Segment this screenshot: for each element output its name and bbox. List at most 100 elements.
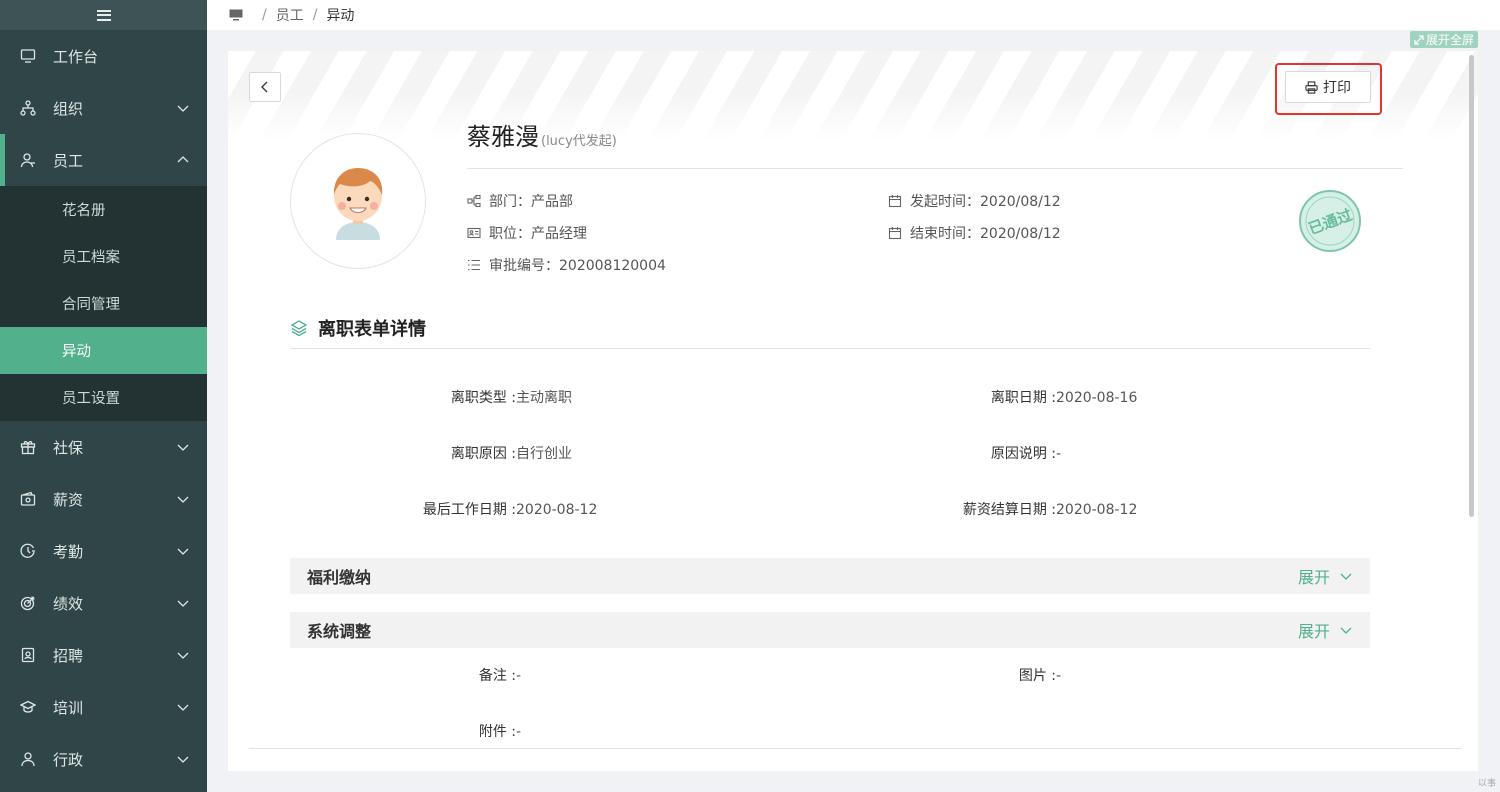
back-button[interactable] (249, 72, 281, 102)
leave-date-field: 离职日期 : 2020-08-16 (938, 387, 1358, 407)
print-button[interactable]: 打印 (1285, 71, 1371, 103)
chevron-down-icon (177, 600, 189, 607)
sidebar-item-label: 行政 (53, 750, 84, 769)
welfare-expand-label: 展开 (1297, 568, 1330, 587)
menu-toggle[interactable] (0, 0, 207, 30)
section-title-text: 离职表单详情 (318, 319, 426, 340)
reason-note-field: 原因说明 : - (938, 443, 1358, 463)
image-field: 图片 : - (938, 665, 1358, 685)
approval-meta: 审批编号：202008120004 (467, 255, 666, 275)
sidebar-item-org[interactable]: 组织 (0, 82, 207, 134)
sidebar-item-label: 社保 (53, 438, 84, 457)
leave-type-value: 主动离职 (516, 390, 572, 406)
chevron-down-icon (177, 444, 189, 451)
hamburger-icon (96, 9, 111, 21)
system-adjust-expand-label: 展开 (1297, 622, 1330, 641)
image-value: - (1056, 668, 1062, 684)
start-time-text: 发起时间：2020/08/12 (910, 194, 1061, 210)
department-meta: 部门：产品部 (467, 191, 573, 211)
chevron-down-icon (177, 704, 189, 711)
leave-type-label: 离职类型 : (450, 390, 516, 406)
attachment-field: 附件 : - (398, 721, 798, 741)
sidebar-item-label: 绩效 (53, 594, 84, 613)
sidebar-item-employee[interactable]: 员工 (0, 134, 207, 186)
approved-stamp: 已通过 (1299, 190, 1361, 252)
attachment-value: - (516, 724, 522, 740)
chevron-down-icon (177, 756, 189, 763)
sidebar-subitem-archives[interactable]: 员工档案 (0, 233, 207, 280)
expand-icon (1414, 34, 1424, 45)
scrollbar[interactable] (1469, 55, 1474, 517)
leave-type-field: 离职类型 : 主动离职 (398, 387, 798, 407)
wallet-icon (20, 491, 36, 507)
sidebar-item-performance[interactable]: 绩效 (0, 577, 207, 629)
layers-icon (290, 320, 308, 337)
chevron-down-icon (177, 548, 189, 555)
remark-value: - (516, 668, 522, 684)
approval-number-text: 审批编号：202008120004 (489, 258, 666, 274)
end-time-meta: 结束时间：2020/08/12 (888, 223, 1061, 243)
department-icon (467, 194, 481, 208)
end-time-text: 结束时间：2020/08/12 (910, 226, 1061, 242)
user-icon (20, 751, 36, 767)
sidebar-subitem-contracts[interactable]: 合同管理 (0, 280, 207, 327)
avatar (290, 133, 426, 269)
chevron-down-icon (1340, 573, 1352, 580)
sidebar-item-label: 员工 (53, 151, 84, 170)
chevron-up-icon (177, 156, 189, 163)
gift-icon (20, 439, 36, 455)
sidebar-subitem-changes[interactable]: 异动 (0, 327, 207, 374)
position-text: 职位：产品经理 (489, 226, 587, 242)
salary-settle-date-field: 薪资结算日期 : 2020-08-12 (938, 499, 1358, 519)
sidebar-item-workbench[interactable]: 工作台 (0, 30, 207, 82)
salary-settle-date-label: 薪资结算日期 : (962, 502, 1056, 518)
image-label: 图片 : (1018, 668, 1056, 684)
sidebar-subitem-settings[interactable]: 员工设置 (0, 374, 207, 421)
position-meta: 职位：产品经理 (467, 223, 587, 243)
leave-reason-field: 离职原因 : 自行创业 (398, 443, 798, 463)
clock-icon (20, 543, 36, 559)
sidebar-item-social-security[interactable]: 社保 (0, 421, 207, 473)
printer-icon (1305, 80, 1318, 94)
sidebar-item-salary[interactable]: 薪资 (0, 473, 207, 525)
attachment-label: 附件 : (478, 724, 516, 740)
print-label: 打印 (1323, 80, 1351, 96)
chevron-left-icon (261, 81, 268, 93)
welfare-expand-toggle[interactable]: 展开 (1298, 564, 1352, 588)
reason-note-label: 原因说明 : (990, 446, 1056, 462)
employee-name-text: 蔡雅漫 (467, 123, 539, 151)
department-text: 部门：产品部 (489, 194, 573, 210)
welfare-panel-header[interactable]: 福利缴纳 展开 (290, 558, 1370, 594)
sidebar-item-label: 考勤 (53, 542, 84, 561)
calendar-icon (888, 227, 902, 240)
person-icon (20, 152, 36, 168)
home-monitor-icon[interactable] (229, 9, 243, 21)
sidebar-subitem-roster[interactable]: 花名册 (0, 186, 207, 233)
sidebar-submenu-employee: 花名册 员工档案 合同管理 异动 员工设置 (0, 186, 207, 421)
sidebar-item-recruitment[interactable]: 招聘 (0, 629, 207, 681)
breadcrumb-current: 异动 (326, 8, 355, 24)
org-chart-icon (20, 100, 36, 116)
sidebar-item-training[interactable]: 培训 (0, 681, 207, 733)
welfare-panel-title: 福利缴纳 (307, 568, 372, 587)
last-work-date-label: 最后工作日期 : (422, 502, 516, 518)
header-divider (467, 168, 1403, 169)
id-card-icon (467, 227, 481, 239)
sidebar-item-attendance[interactable]: 考勤 (0, 525, 207, 577)
sidebar: 工作台 组织 员工 花名册 员工档案 合同管理 异动 员工设置 社保 薪资 考勤… (0, 0, 207, 792)
id-badge-icon (20, 647, 36, 663)
breadcrumb-separator: / (312, 7, 318, 23)
breadcrumb-employee[interactable]: 员工 (276, 5, 304, 25)
sidebar-item-label: 招聘 (53, 646, 84, 665)
sidebar-item-label: 培训 (53, 698, 84, 717)
expand-fullscreen-label: 展开全屏 (1425, 33, 1474, 47)
chevron-down-icon (177, 105, 189, 112)
initiator-note: (lucy代发起) (541, 134, 617, 149)
remark-field: 备注 : - (398, 665, 798, 685)
last-work-date-value: 2020-08-12 (516, 502, 598, 518)
employee-name: 蔡雅漫 (lucy代发起) (467, 117, 617, 152)
expand-fullscreen-button[interactable]: 展开全屏 (1409, 31, 1478, 48)
system-adjust-panel-header[interactable]: 系统调整 展开 (290, 612, 1370, 648)
sidebar-item-administration[interactable]: 行政 (0, 733, 207, 785)
system-adjust-expand-toggle[interactable]: 展开 (1298, 618, 1352, 642)
